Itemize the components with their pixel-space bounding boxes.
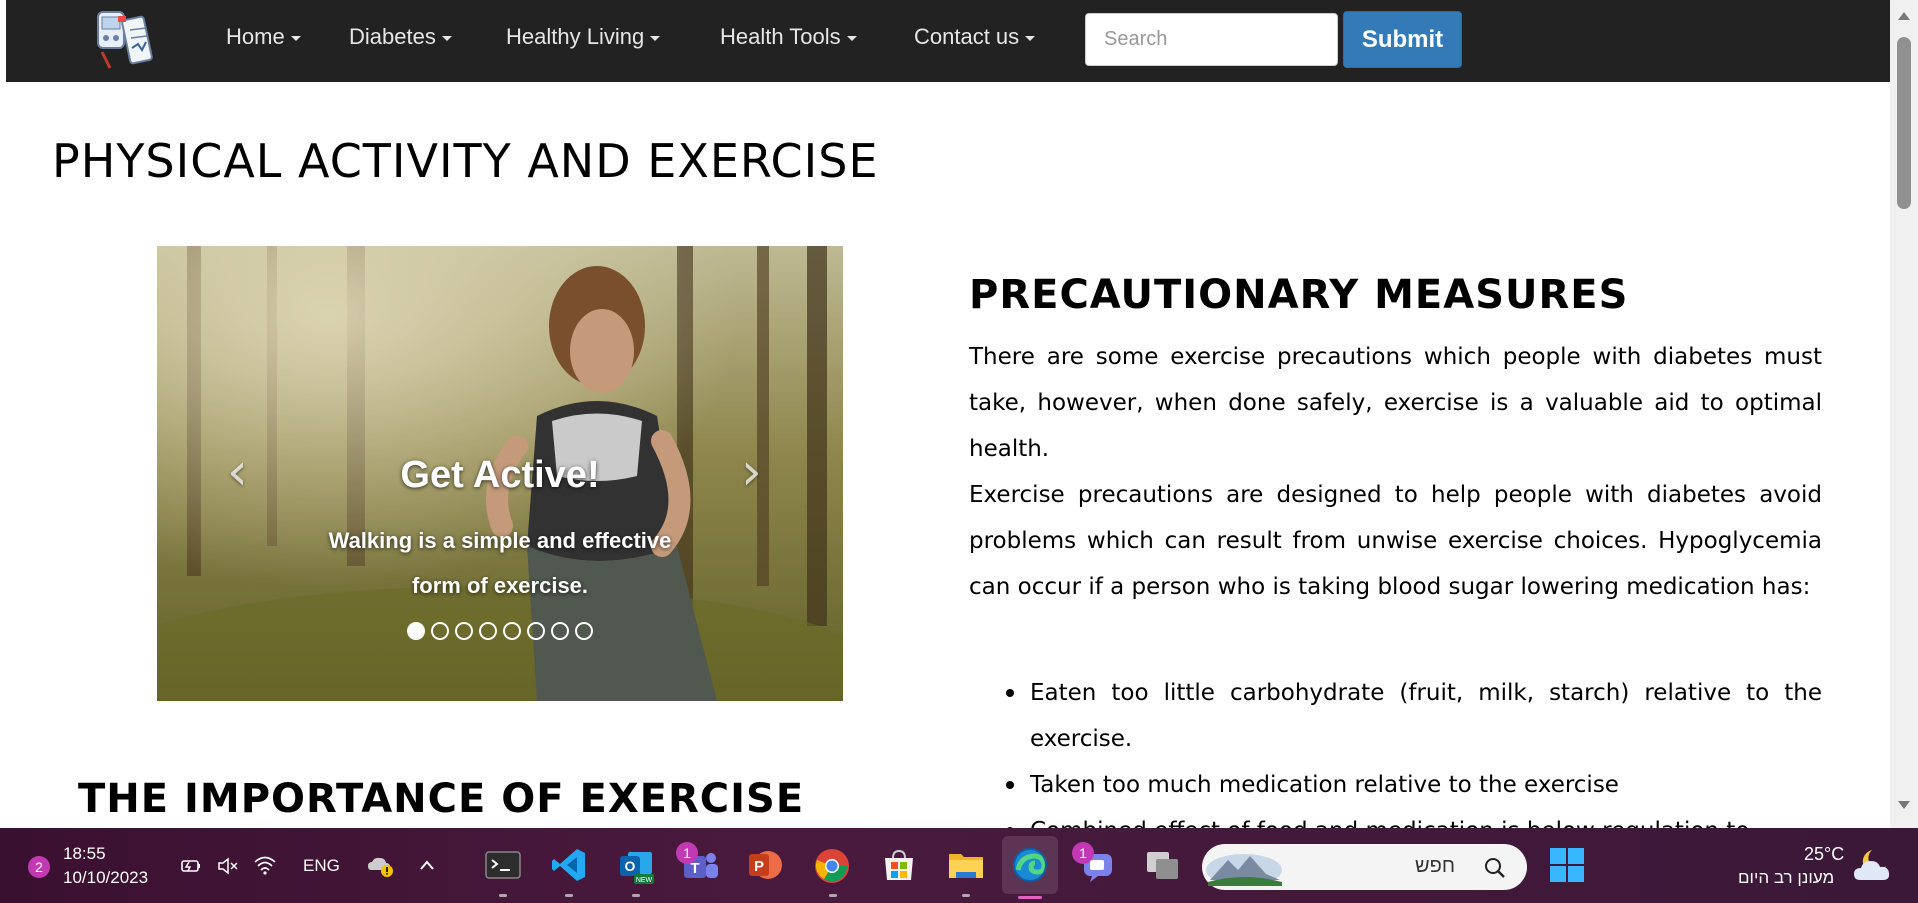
carousel-indicator[interactable] — [527, 622, 545, 640]
precautions-paragraph: Exercise precautions are designed to hel… — [969, 482, 1822, 600]
wifi-icon[interactable] — [252, 854, 278, 876]
section-title: THE IMPORTANCE OF EXERCISE — [78, 776, 805, 822]
nav-healthy-living-label: Healthy Living — [506, 24, 645, 49]
vertical-scrollbar[interactable] — [1890, 0, 1918, 828]
nav-healthy-living[interactable]: Healthy Living — [506, 22, 661, 52]
edge-icon — [1013, 848, 1047, 882]
image-carousel[interactable]: ‹ › Get Active! Walking is a simple and … — [157, 246, 843, 701]
submit-button[interactable]: Submit — [1343, 11, 1462, 68]
carousel-indicator[interactable] — [503, 622, 521, 640]
caret-down-icon — [1025, 35, 1036, 41]
nav-home[interactable]: Home — [226, 22, 301, 52]
chat-badge: 1 — [1072, 842, 1094, 864]
navbar: Home Diabetes Healthy Living Health Tool… — [6, 0, 1890, 82]
scroll-up-arrow-icon[interactable] — [1898, 12, 1910, 20]
running-indicator — [829, 894, 837, 897]
page-title: PHYSICAL ACTIVITY AND EXERCISE — [52, 134, 879, 188]
taskbar: 2 18:55 10/10/2023 ENG O NEW T 1 P 1 חפש … — [0, 828, 1918, 903]
weather-temperature[interactable]: 25°C — [1804, 844, 1844, 865]
nav-diabetes-label: Diabetes — [349, 24, 436, 49]
nav-health-tools[interactable]: Health Tools — [720, 22, 857, 52]
caret-down-icon — [650, 35, 661, 41]
taskbar-search[interactable]: חפש — [1202, 844, 1527, 890]
scroll-down-arrow-icon[interactable] — [1898, 801, 1910, 809]
scroll-thumb[interactable] — [1897, 37, 1911, 209]
outlook-new-icon[interactable]: ONEW — [616, 846, 656, 886]
list-item: Taken too much medication relative to th… — [1006, 762, 1822, 808]
carousel-indicator[interactable] — [575, 622, 593, 640]
teams-badge: 1 — [676, 842, 698, 864]
nav-diabetes[interactable]: Diabetes — [349, 22, 452, 52]
caret-down-icon — [441, 35, 452, 41]
carousel-indicators — [407, 622, 593, 640]
svg-text:NEW: NEW — [636, 877, 653, 884]
search-input[interactable] — [1085, 13, 1338, 66]
windows-start-icon[interactable] — [1548, 847, 1586, 883]
running-indicator — [565, 894, 573, 897]
carousel-indicator[interactable] — [431, 622, 449, 640]
search-highlight-image — [1206, 854, 1282, 886]
list-item: Eaten too little carbohydrate (fruit, mi… — [1006, 670, 1822, 762]
caret-down-icon — [290, 35, 301, 41]
terminal-icon[interactable] — [484, 848, 522, 882]
chevron-up-icon[interactable] — [418, 858, 436, 872]
language-indicator[interactable]: ENG — [303, 856, 340, 876]
nav-contact-us-label: Contact us — [914, 24, 1020, 49]
running-indicator — [632, 894, 640, 897]
list-item: Combined effect of food and medication i… — [1006, 808, 1822, 828]
precautions-heading: PRECAUTIONARY MEASURES — [969, 272, 1629, 318]
svg-text:P: P — [754, 858, 764, 875]
weather-description[interactable]: מעונן רב היום — [1738, 868, 1834, 888]
active-indicator — [1018, 896, 1042, 899]
vscode-icon[interactable] — [550, 846, 588, 884]
task-view-icon[interactable] — [1144, 848, 1182, 882]
search-icon — [1485, 858, 1505, 878]
powerpoint-icon[interactable]: P — [746, 846, 784, 884]
cloudy-night-icon[interactable] — [1852, 846, 1896, 886]
nav-contact-us[interactable]: Contact us — [914, 22, 1036, 52]
running-indicator — [962, 894, 970, 897]
nav-health-tools-label: Health Tools — [720, 24, 841, 49]
clock-time[interactable]: 18:55 — [63, 844, 106, 864]
volume-muted-icon[interactable] — [216, 856, 240, 876]
precautions-paragraph: There are some exercise precautions whic… — [969, 344, 1822, 462]
clock-date[interactable]: 10/10/2023 — [63, 868, 148, 888]
caret-down-icon — [846, 35, 857, 41]
carousel-indicator[interactable] — [479, 622, 497, 640]
file-explorer-icon[interactable] — [946, 846, 986, 884]
svg-text:O: O — [625, 858, 636, 874]
browser-viewport: Home Diabetes Healthy Living Health Tool… — [6, 0, 1890, 828]
running-indicator — [499, 894, 507, 897]
taskbar-search-text: חפש — [1415, 855, 1455, 877]
carousel-indicator[interactable] — [551, 622, 569, 640]
brand-logo[interactable] — [88, 8, 172, 72]
precautions-list: Eaten too little carbohydrate (fruit, mi… — [1006, 670, 1822, 828]
carousel-caption-text: Walking is a simple and effective form o… — [328, 528, 672, 598]
chrome-icon[interactable] — [812, 846, 852, 886]
nav-home-label: Home — [226, 24, 285, 49]
carousel-indicator[interactable] — [455, 622, 473, 640]
microsoft-store-icon[interactable] — [880, 846, 918, 884]
carousel-caption-title: Get Active! — [400, 454, 600, 496]
onedrive-warning-icon[interactable] — [366, 854, 396, 878]
carousel-indicator[interactable] — [407, 622, 425, 640]
notification-badge[interactable]: 2 — [28, 856, 50, 878]
edge-active-tile[interactable] — [1002, 836, 1058, 894]
battery-icon[interactable] — [180, 856, 202, 876]
